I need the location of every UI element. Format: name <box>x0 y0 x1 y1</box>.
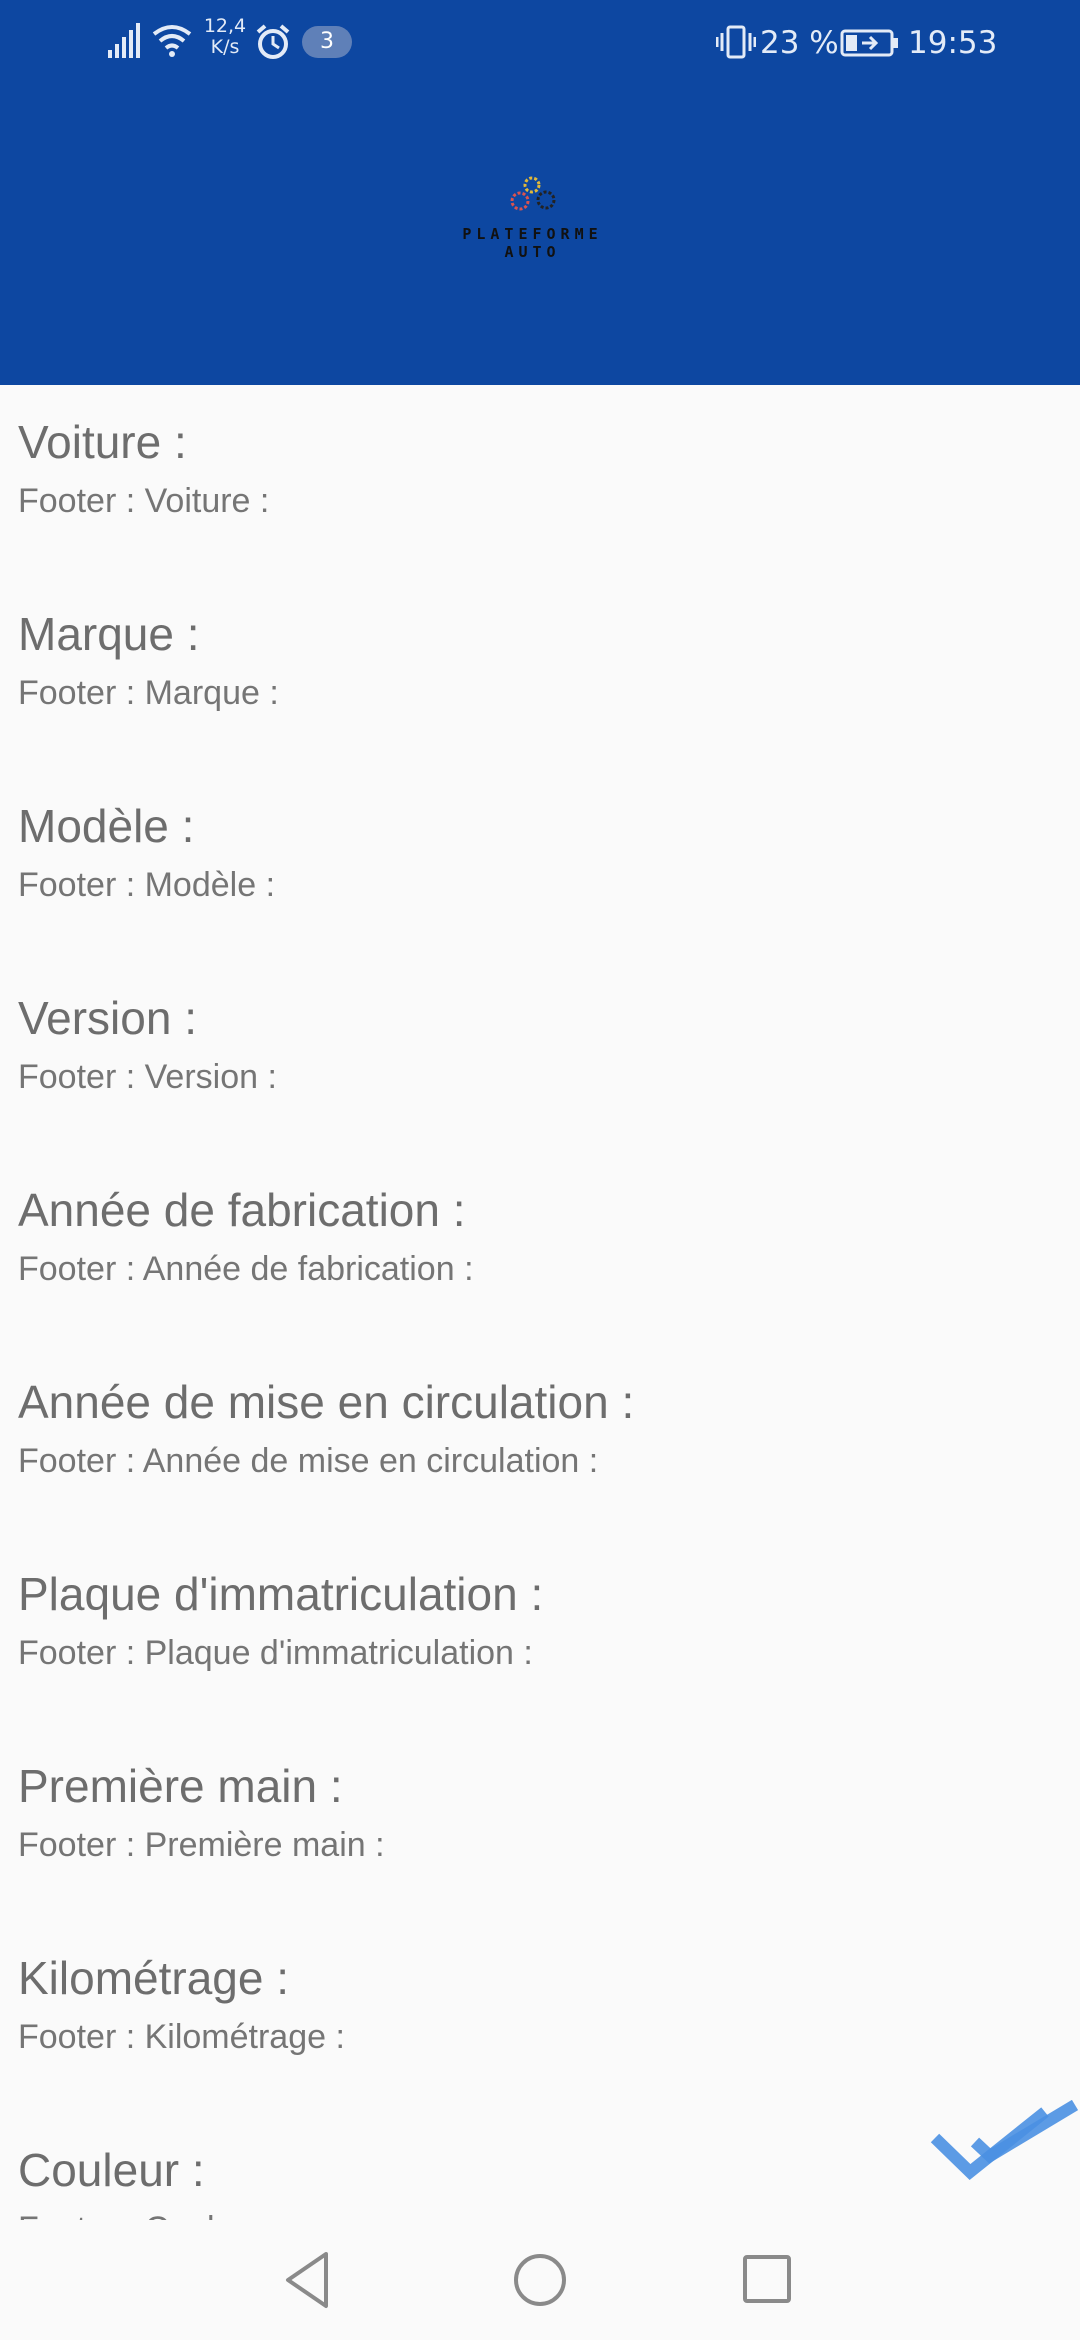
field-footer: Footer : Plaque d'immatriculation : <box>18 1634 533 1672</box>
network-speed-unit: K/s <box>210 36 240 58</box>
field-plaque-immatriculation[interactable]: Plaque d'immatriculation : Footer : Plaq… <box>18 1567 1058 1673</box>
wifi-icon <box>152 25 192 57</box>
field-annee-fabrication[interactable]: Année de fabrication : Footer : Année de… <box>18 1183 1058 1289</box>
field-annee-mise-en-circulation[interactable]: Année de mise en circulation : Footer : … <box>18 1375 1058 1481</box>
field-couleur[interactable]: Couleur : Footer : Couleur : <box>18 2143 1058 2220</box>
cell-signal-icon <box>108 23 140 58</box>
network-speed: 12,4 K/s <box>200 16 250 58</box>
status-bar: 12,4 K/s 3 23 % 19:53 <box>0 0 1080 90</box>
recents-square-icon[interactable] <box>728 2240 808 2320</box>
field-footer: Footer : Couleur : <box>18 2209 1058 2220</box>
field-label: Version : <box>18 992 197 1044</box>
battery-percent: 23 % <box>760 25 839 61</box>
battery-charging-icon <box>840 29 898 57</box>
field-voiture[interactable]: Voiture : Footer : Voiture : <box>18 415 1058 521</box>
field-label: Voiture : <box>18 416 187 468</box>
field-marque[interactable]: Marque : Footer : Marque : <box>18 607 1058 713</box>
field-kilometrage[interactable]: Kilométrage : Footer : Kilométrage : <box>18 1951 1058 2057</box>
field-label: Plaque d'immatriculation : <box>18 1568 544 1620</box>
home-circle-icon[interactable] <box>500 2240 580 2320</box>
logo-text-line2: AUTO <box>504 243 561 261</box>
field-label: Année de mise en circulation : <box>18 1376 635 1428</box>
logo-text-line1: PLATEFORME <box>462 225 603 243</box>
app-header: 12,4 K/s 3 23 % 19:53 PLATEFORME AUTO <box>0 0 1080 385</box>
field-footer: Footer : Voiture : <box>18 482 270 520</box>
field-label: Marque : <box>18 608 200 660</box>
field-label: Kilométrage : <box>18 1952 290 2004</box>
field-footer: Footer : Version : <box>18 1058 277 1096</box>
field-footer: Footer : Année de fabrication : <box>18 1250 474 1288</box>
vehicle-form-list[interactable]: Voiture : Footer : Voiture : Marque : Fo… <box>0 385 1080 2220</box>
plateforme-auto-logo: PLATEFORME AUTO <box>415 175 650 265</box>
field-footer: Footer : Modèle : <box>18 866 276 904</box>
back-triangle-icon[interactable] <box>270 2240 350 2320</box>
field-premiere-main[interactable]: Première main : Footer : Première main : <box>18 1759 1058 1865</box>
system-navigation-bar <box>0 2220 1080 2340</box>
status-clock: 19:53 <box>908 25 998 61</box>
vibrate-icon <box>716 25 756 59</box>
field-label: Année de fabrication : <box>18 1184 466 1236</box>
network-speed-value: 12,4 <box>203 15 247 37</box>
field-label: Première main : <box>18 1760 343 1812</box>
field-modele[interactable]: Modèle : Footer : Modèle : <box>18 799 1058 905</box>
double-check-icon[interactable] <box>930 2100 1080 2195</box>
alarm-clock-icon <box>256 24 290 59</box>
gears-logo-icon <box>510 176 556 211</box>
field-label: Couleur : <box>18 2144 205 2196</box>
field-footer: Footer : Première main : <box>18 1826 385 1864</box>
field-label: Modèle : <box>18 800 195 852</box>
field-footer: Footer : Kilométrage : <box>18 2018 345 2056</box>
field-footer: Footer : Marque : <box>18 674 279 712</box>
field-footer: Footer : Année de mise en circulation : <box>18 1442 599 1480</box>
field-version[interactable]: Version : Footer : Version : <box>18 991 1058 1097</box>
notification-count-badge: 3 <box>302 26 352 58</box>
